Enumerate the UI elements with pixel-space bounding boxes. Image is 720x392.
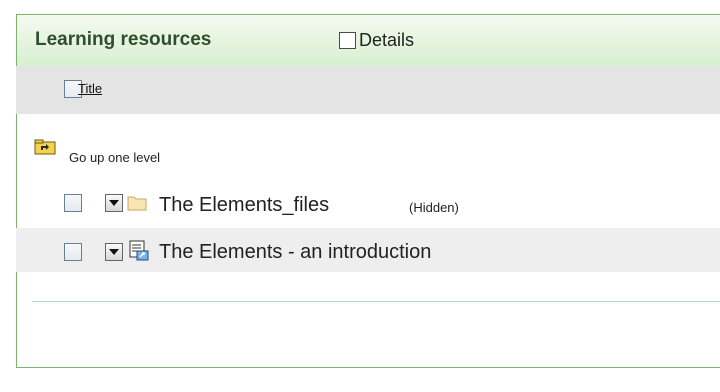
details-checkbox[interactable]	[339, 32, 356, 49]
divider	[32, 301, 720, 302]
panel-header: Learning resources Details	[17, 15, 720, 68]
title-column-sort-link[interactable]: Title	[78, 81, 102, 96]
folder-up-icon[interactable]	[34, 139, 56, 155]
row-checkbox[interactable]	[64, 194, 82, 212]
go-up-one-level-link[interactable]: Go up one level	[69, 150, 160, 165]
details-label[interactable]: Details	[359, 30, 414, 51]
row-title-link[interactable]: The Elements_files	[159, 194, 329, 217]
row-checkbox[interactable]	[64, 243, 82, 261]
folder-icon	[127, 196, 147, 211]
row-title-link[interactable]: The Elements - an introduction	[159, 241, 431, 264]
table-header	[16, 66, 720, 114]
hidden-status-label: (Hidden)	[409, 200, 459, 215]
document-link-icon	[129, 240, 149, 261]
row-menu-dropdown-button[interactable]	[105, 194, 123, 212]
panel-title: Learning resources	[35, 29, 212, 50]
row-menu-dropdown-button[interactable]	[105, 243, 123, 261]
